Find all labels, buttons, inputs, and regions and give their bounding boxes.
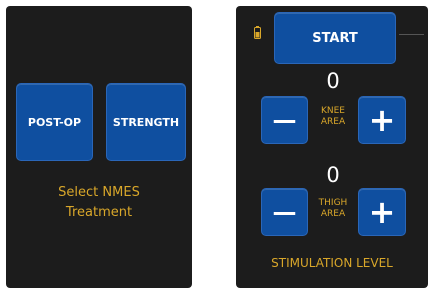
treatment-prompt-line2: Treatment [65, 205, 133, 220]
post-op-button[interactable]: POST-OP [16, 83, 93, 161]
start-button[interactable]: START [274, 12, 396, 64]
thigh-area-label: THIGH AREA [308, 198, 358, 220]
knee-increase-button[interactable]: + [358, 96, 406, 144]
thigh-decrease-button[interactable]: — [261, 188, 308, 236]
battery-icon [254, 26, 261, 39]
stimulation-level-label: STIMULATION LEVEL [271, 256, 393, 270]
minus-icon: — [272, 106, 297, 134]
thigh-increase-button[interactable]: + [358, 188, 406, 236]
treatment-prompt: Select NMES Treatment [6, 183, 192, 223]
treatment-prompt-line1: Select NMES [58, 185, 140, 200]
plus-icon: + [368, 101, 396, 139]
thigh-area-label-line1: THIGH [318, 198, 348, 208]
knee-area-label-line2: AREA [320, 117, 346, 127]
thigh-level-value: 0 [326, 163, 340, 187]
minus-icon: — [272, 198, 297, 226]
knee-area-label-line1: KNEE [320, 106, 345, 116]
treatment-select-panel: POST-OP STRENGTH Select NMES Treatment [6, 6, 192, 288]
plus-icon: + [368, 193, 396, 231]
strength-button[interactable]: STRENGTH [106, 83, 186, 161]
knee-area-label: KNEE AREA [308, 106, 358, 128]
knee-decrease-button[interactable]: — [261, 96, 308, 144]
stimulation-panel: START 0 — KNEE AREA + 0 — THIGH AREA + S… [236, 6, 428, 288]
knee-level-value: 0 [326, 69, 340, 93]
thigh-area-label-line2: AREA [320, 209, 346, 219]
start-divider [399, 34, 424, 35]
